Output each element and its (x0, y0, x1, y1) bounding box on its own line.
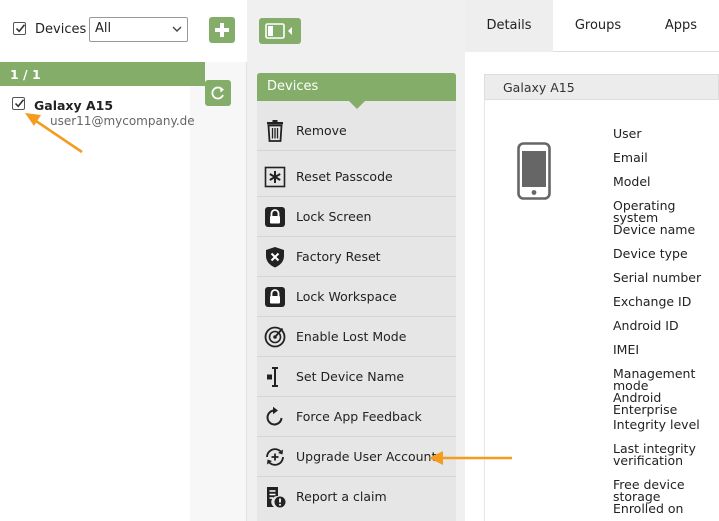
annotation-arrows (25, 113, 512, 465)
arrow-to-device-checkbox (25, 113, 83, 154)
arrow-to-upgrade-user-account (429, 451, 512, 465)
